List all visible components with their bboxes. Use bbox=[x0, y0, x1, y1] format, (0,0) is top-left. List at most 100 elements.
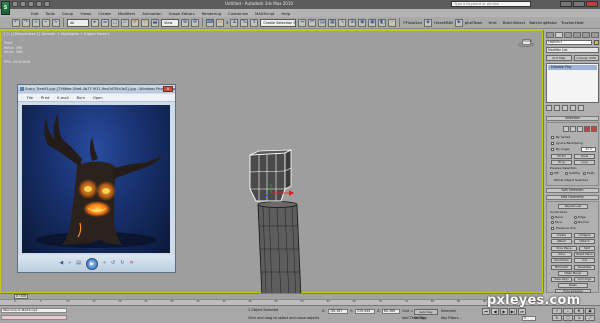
minimize-button[interactable] bbox=[560, 1, 572, 7]
modifier-stack[interactable]: Editable Poly bbox=[546, 63, 599, 103]
ring-button[interactable]: Ring bbox=[551, 160, 572, 165]
field-of-view-icon[interactable]: ▢ bbox=[563, 315, 573, 321]
pin-stack-icon[interactable] bbox=[546, 105, 552, 111]
selection-filter-dropdown[interactable]: All bbox=[67, 18, 89, 27]
preview-multi-radio[interactable] bbox=[583, 172, 586, 175]
graphite-ribbon-icon[interactable]: ▦ bbox=[328, 18, 337, 27]
unlink-icon[interactable]: ⌁ bbox=[42, 18, 50, 27]
unwrap-uvw-button[interactable]: Unwrap UVW bbox=[573, 55, 599, 61]
hierarchy-tab-icon[interactable] bbox=[564, 32, 572, 38]
script-icon[interactable]: ◈ bbox=[454, 18, 463, 27]
named-selection-set-dropdown[interactable]: Create Selection Se bbox=[260, 18, 297, 27]
utilities-tab-icon[interactable] bbox=[591, 32, 599, 38]
zoom-icon[interactable]: ◀ bbox=[59, 261, 63, 266]
z-coord-field[interactable]: 60.389 bbox=[382, 309, 400, 314]
photo-viewer-close-button[interactable]: × bbox=[163, 86, 173, 92]
mirror-icon[interactable]: ⇔ bbox=[298, 18, 307, 27]
undo-button[interactable]: ↶ bbox=[12, 18, 20, 27]
attach-button[interactable]: Attach bbox=[551, 239, 572, 244]
edge-mode-icon[interactable] bbox=[570, 126, 576, 132]
vertex-mode-icon[interactable] bbox=[563, 126, 569, 132]
zoom-icon[interactable]: ⌖ bbox=[552, 308, 562, 314]
modify-tab-icon[interactable] bbox=[555, 32, 563, 38]
menu-maxscript[interactable]: MAXScript bbox=[255, 11, 275, 16]
align-icon[interactable]: ⊨ bbox=[308, 18, 317, 27]
pan-icon[interactable]: ✥ bbox=[574, 308, 584, 314]
split-button[interactable]: Split bbox=[579, 246, 595, 251]
link-icon[interactable]: ∞ bbox=[32, 18, 40, 27]
detach-button[interactable]: Detach bbox=[574, 239, 595, 244]
photo-viewer-window[interactable]: Scary_Tree05.jpg·{7566ee-50e6-4b77-9f11-… bbox=[17, 84, 176, 273]
schematic-view-icon[interactable]: ⊞ bbox=[348, 18, 357, 27]
loop-button[interactable]: Loop bbox=[574, 160, 595, 165]
select-scale-icon[interactable]: ⬓ bbox=[151, 18, 159, 27]
curve-editor-icon[interactable]: ∿ bbox=[338, 18, 347, 27]
menu-modifiers[interactable]: Modifiers bbox=[118, 11, 135, 16]
menu-rendering[interactable]: Rendering bbox=[202, 11, 221, 16]
bind-space-warp-icon[interactable]: ≈ bbox=[52, 18, 60, 27]
toolbar-batchselect[interactable]: BatchSelect bbox=[503, 20, 526, 25]
toolbar-hrnt[interactable]: Hrnt bbox=[488, 20, 496, 25]
percent-snap-icon[interactable]: % bbox=[240, 18, 249, 27]
walk-through-icon[interactable]: ⇲ bbox=[574, 315, 584, 321]
object-name-field[interactable]: Object01 bbox=[546, 40, 592, 45]
reference-coord-dropdown[interactable]: View bbox=[161, 18, 179, 27]
viewer-menu-burn[interactable]: Burn bbox=[77, 96, 85, 100]
menu-customize[interactable]: Customize bbox=[228, 11, 248, 16]
toolbar-hiresmnn[interactable]: HiresMNN bbox=[434, 20, 453, 25]
zoom-extents-icon[interactable]: ▣ bbox=[585, 308, 595, 314]
tessellate-button[interactable]: Tessellate bbox=[574, 265, 595, 270]
viewer-menu-print[interactable]: Print bbox=[41, 96, 49, 100]
open-file-icon[interactable] bbox=[20, 1, 26, 7]
previous-icon[interactable]: ▤ bbox=[76, 261, 81, 266]
cut-button[interactable]: Cut bbox=[574, 258, 595, 263]
cylinder-mesh[interactable] bbox=[257, 201, 302, 295]
make-unique-icon[interactable] bbox=[562, 105, 568, 111]
menu-group[interactable]: Group bbox=[62, 11, 74, 16]
maxscript-listener-line[interactable]: Welcome to MAXScript. bbox=[1, 308, 67, 313]
grow-button[interactable]: Grow bbox=[574, 154, 595, 159]
slice-button[interactable]: Slice bbox=[551, 252, 572, 257]
preserve-uvs-checkbox[interactable] bbox=[551, 227, 554, 230]
preview-subobj-radio[interactable] bbox=[565, 172, 568, 175]
layer-manager-icon[interactable]: ▤ bbox=[318, 18, 327, 27]
select-by-name-icon[interactable]: ☰ bbox=[101, 18, 109, 27]
selected-dropdown[interactable]: Selected bbox=[441, 309, 456, 313]
close-window-button[interactable] bbox=[586, 1, 598, 7]
render-frame-icon[interactable]: ◧ bbox=[378, 18, 387, 27]
orbit-icon[interactable]: ↻ bbox=[552, 315, 562, 321]
search-input[interactable]: Type a keyword or phrase bbox=[451, 1, 531, 7]
reset-plane-button[interactable]: Reset Plane bbox=[574, 252, 595, 257]
quickslice-button[interactable]: QuickSlice bbox=[551, 258, 572, 263]
redo-icon[interactable] bbox=[44, 1, 50, 7]
display-tab-icon[interactable] bbox=[582, 32, 590, 38]
select-move-icon[interactable]: ✥ bbox=[131, 18, 139, 27]
create-tab-icon[interactable] bbox=[546, 32, 554, 38]
element-mode-icon[interactable] bbox=[591, 126, 597, 132]
menu-graph-editors[interactable]: Graph Editors bbox=[169, 11, 195, 16]
preview-off-radio[interactable] bbox=[550, 172, 553, 175]
play-icon[interactable]: ▶ bbox=[500, 308, 508, 315]
object-color-swatch[interactable] bbox=[594, 40, 599, 45]
motion-tab-icon[interactable] bbox=[573, 32, 581, 38]
selection-rollout-header[interactable]: Selection bbox=[546, 116, 599, 121]
app-menu-button[interactable]: S bbox=[1, 1, 10, 15]
delete-icon[interactable]: ✕ bbox=[129, 261, 133, 266]
modifier-list-dropdown[interactable]: Modifier List bbox=[546, 47, 599, 53]
stack-item-editable-poly[interactable]: Editable Poly bbox=[548, 65, 597, 70]
polygon-mode-icon[interactable] bbox=[584, 126, 590, 132]
keyboard-shortcut-icon[interactable]: ⌨ bbox=[206, 18, 214, 27]
auto-key-button[interactable]: Auto Key bbox=[414, 309, 438, 315]
selected-poly-object[interactable] bbox=[249, 149, 294, 202]
render-setup-icon[interactable]: ▣ bbox=[368, 18, 377, 27]
key-filters-button[interactable]: Key Filters... bbox=[441, 316, 462, 320]
menu-edit[interactable]: Edit bbox=[31, 11, 38, 16]
border-mode-icon[interactable] bbox=[577, 126, 583, 132]
shrink-button[interactable]: Shrink bbox=[551, 154, 572, 159]
x-coord-field[interactable]: -50.167 bbox=[328, 309, 348, 314]
angle-spinner[interactable]: 45.0 bbox=[581, 147, 596, 152]
by-angle-checkbox[interactable] bbox=[551, 148, 554, 151]
snap-toggle-icon[interactable]: ⊡ bbox=[216, 18, 224, 27]
script-icon[interactable]: ◈ bbox=[424, 18, 433, 27]
previous-frame-icon[interactable]: ◀ bbox=[491, 308, 499, 315]
